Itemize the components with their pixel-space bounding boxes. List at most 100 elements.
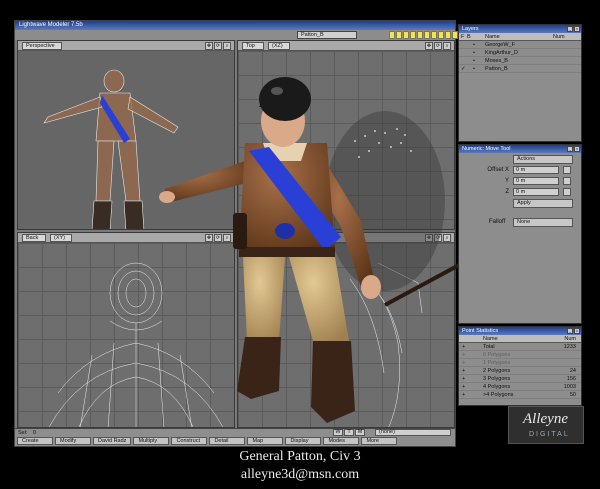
layer-row[interactable]: • Moses_B bbox=[459, 57, 581, 65]
offset-z-field[interactable]: 0 m bbox=[513, 188, 559, 196]
tab-detail[interactable]: Detail bbox=[209, 437, 246, 445]
w-button[interactable]: W bbox=[333, 429, 343, 436]
view-type-select[interactable]: Top bbox=[242, 42, 264, 50]
layer-check-icon[interactable] bbox=[459, 41, 467, 48]
layer-row[interactable]: • GeorgeW_F bbox=[459, 41, 581, 49]
layer-button[interactable] bbox=[424, 31, 430, 39]
view-mode-select[interactable]: (XY) bbox=[50, 234, 72, 242]
expand-icon[interactable]: + bbox=[459, 367, 483, 374]
layer-bullet-icon: • bbox=[473, 66, 475, 72]
t-button[interactable]: T bbox=[344, 429, 354, 436]
tab-david-radz[interactable]: David Radz bbox=[93, 437, 132, 445]
offset-y-label: Y bbox=[504, 178, 509, 184]
menu-tabs: Create Modify David Radz Multiply Constr… bbox=[15, 437, 455, 446]
rotate-view-icon[interactable]: ⟳ bbox=[434, 42, 442, 50]
layers-header: F B Name Num bbox=[459, 33, 581, 41]
point-stats-row[interactable]: +4 Polygons 1003 bbox=[459, 383, 581, 391]
point-stats-row[interactable]: +0 Polygons bbox=[459, 351, 581, 359]
point-stats-list: + Total 1233 +0 Polygons +1 Polygons +2 Polyg… bbox=[459, 343, 581, 399]
point-stats-row[interactable]: + >4 Polygons 50 bbox=[459, 391, 581, 399]
layer-button[interactable] bbox=[417, 31, 423, 39]
minimize-icon[interactable]: _ bbox=[567, 146, 573, 152]
zoom-icon[interactable]: ⌕ bbox=[223, 42, 231, 50]
point-stats-row[interactable]: +3 Polygons 156 bbox=[459, 375, 581, 383]
z-arrow-icon[interactable] bbox=[563, 188, 571, 196]
close-icon[interactable]: × bbox=[574, 26, 580, 32]
tab-construct[interactable]: Construct bbox=[171, 437, 208, 445]
tab-more[interactable]: More bbox=[361, 437, 398, 445]
layers-panel: Layers _ × F B Name Num • GeorgeW_F • KingAr… bbox=[458, 24, 582, 142]
layer-button[interactable] bbox=[431, 31, 437, 39]
layer-buttons[interactable] bbox=[389, 31, 458, 39]
status-value: 0 bbox=[33, 430, 37, 436]
apply-button[interactable]: Apply bbox=[513, 199, 573, 208]
layer-row[interactable]: ✓ • Patton_B bbox=[459, 65, 581, 73]
selection-set-select[interactable]: (none) bbox=[375, 429, 451, 436]
offset-x-field[interactable]: 0 m bbox=[513, 166, 559, 174]
stat-name: 3 Polygons bbox=[483, 376, 511, 382]
layer-button[interactable] bbox=[389, 31, 395, 39]
tab-modify[interactable]: Modify bbox=[55, 437, 91, 445]
close-icon[interactable]: × bbox=[574, 328, 580, 334]
caption-email: alleyne3d@msn.com bbox=[240, 467, 360, 482]
move-view-icon[interactable]: ✥ bbox=[425, 42, 433, 50]
point-stats-row[interactable]: +2 Polygons 24 bbox=[459, 367, 581, 375]
layer-check-icon[interactable] bbox=[459, 49, 467, 56]
numeric-panel: Numeric: Move Tool _ × Actions Offset X 0… bbox=[458, 144, 582, 324]
zoom-icon[interactable]: ⌕ bbox=[443, 42, 451, 50]
layer-button[interactable] bbox=[410, 31, 416, 39]
tab-map[interactable]: Map bbox=[247, 437, 284, 445]
tab-multiply[interactable]: Multiply bbox=[133, 437, 170, 445]
stat-name: Total bbox=[483, 344, 495, 350]
offset-y-field[interactable]: 0 m bbox=[513, 177, 559, 185]
expand-icon[interactable]: + bbox=[459, 343, 483, 350]
stat-name: 4 Polygons bbox=[483, 384, 511, 390]
view-mode-select[interactable]: (XZ) bbox=[268, 42, 290, 50]
point-stats-row[interactable]: + Total 1233 bbox=[459, 343, 581, 351]
layer-name: GeorgeW_F bbox=[485, 42, 515, 48]
stat-num: 1233 bbox=[563, 344, 576, 350]
layer-bullet-icon: • bbox=[473, 42, 475, 48]
move-view-icon[interactable]: ✥ bbox=[205, 42, 213, 50]
layer-row[interactable]: • KingArthur_D bbox=[459, 49, 581, 57]
expand-icon[interactable]: + bbox=[459, 351, 483, 358]
view-type-select[interactable]: Back bbox=[22, 234, 46, 242]
point-stats-row[interactable]: +1 Polygons bbox=[459, 359, 581, 367]
minimize-icon[interactable]: _ bbox=[567, 26, 573, 32]
tab-modes[interactable]: Modes bbox=[323, 437, 360, 445]
y-arrow-icon[interactable] bbox=[563, 177, 571, 185]
layer-name: Moses_B bbox=[485, 58, 508, 64]
layer-button[interactable] bbox=[403, 31, 409, 39]
layers-panel-title: Layers bbox=[462, 26, 479, 32]
layer-check-icon[interactable]: ✓ bbox=[459, 65, 467, 72]
layer-button[interactable] bbox=[445, 31, 451, 39]
object-selector[interactable]: Patton_B bbox=[297, 31, 357, 39]
expand-icon[interactable]: + bbox=[459, 383, 483, 390]
minimize-icon[interactable]: _ bbox=[567, 328, 573, 334]
bottom-bar: Sel: 0 W T M (none) Create Modify David … bbox=[15, 428, 455, 446]
expand-icon[interactable]: + bbox=[459, 375, 483, 382]
modeler-window: Lightwave Modeler 7.5b Patton_B Perspect… bbox=[14, 20, 465, 447]
close-icon[interactable]: × bbox=[574, 146, 580, 152]
m-button[interactable]: M bbox=[355, 429, 365, 436]
stat-num: 156 bbox=[566, 376, 576, 382]
view-type-select[interactable]: Perspective bbox=[22, 42, 62, 50]
layer-check-icon[interactable] bbox=[459, 57, 467, 64]
layer-bullet-icon: • bbox=[473, 58, 475, 64]
tab-display[interactable]: Display bbox=[285, 437, 322, 445]
tab-create[interactable]: Create bbox=[17, 437, 53, 445]
actions-dropdown[interactable]: Actions bbox=[513, 155, 573, 164]
rotate-view-icon[interactable]: ⟳ bbox=[214, 42, 222, 50]
layer-name: KingArthur_D bbox=[485, 50, 519, 56]
stat-num: 24 bbox=[569, 368, 576, 374]
layers-list: • GeorgeW_F • KingArthur_D • Moses_B ✓ • Patton_… bbox=[459, 41, 581, 73]
expand-icon[interactable]: + bbox=[459, 359, 483, 366]
alleyne-digital-logo: Alleyne DIGITAL bbox=[508, 406, 584, 444]
layer-button[interactable] bbox=[438, 31, 444, 39]
numeric-panel-title: Numeric: Move Tool bbox=[462, 146, 511, 152]
expand-icon[interactable]: + bbox=[459, 391, 483, 398]
falloff-dropdown[interactable]: None bbox=[513, 218, 573, 227]
x-arrow-icon[interactable] bbox=[563, 166, 571, 174]
layer-button[interactable] bbox=[396, 31, 402, 39]
status-row: Sel: 0 W T M (none) bbox=[15, 429, 455, 437]
